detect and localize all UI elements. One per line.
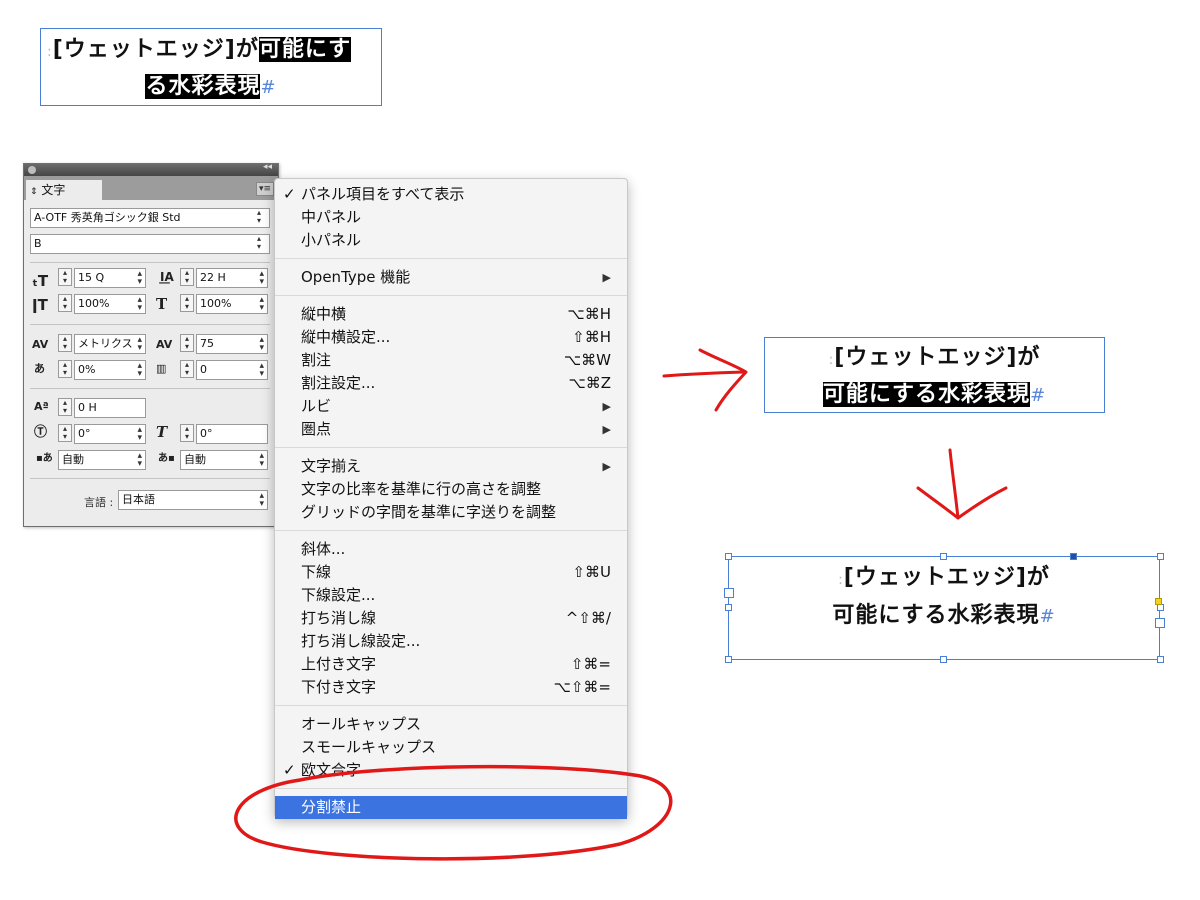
arrow-right-head (698, 348, 748, 412)
arrow-right-icon (662, 370, 746, 378)
arrow-down-icon (948, 448, 960, 520)
highlight-circle-icon (234, 764, 673, 861)
arrow-down-head (916, 486, 1008, 520)
annotation-layer (234, 348, 1008, 861)
